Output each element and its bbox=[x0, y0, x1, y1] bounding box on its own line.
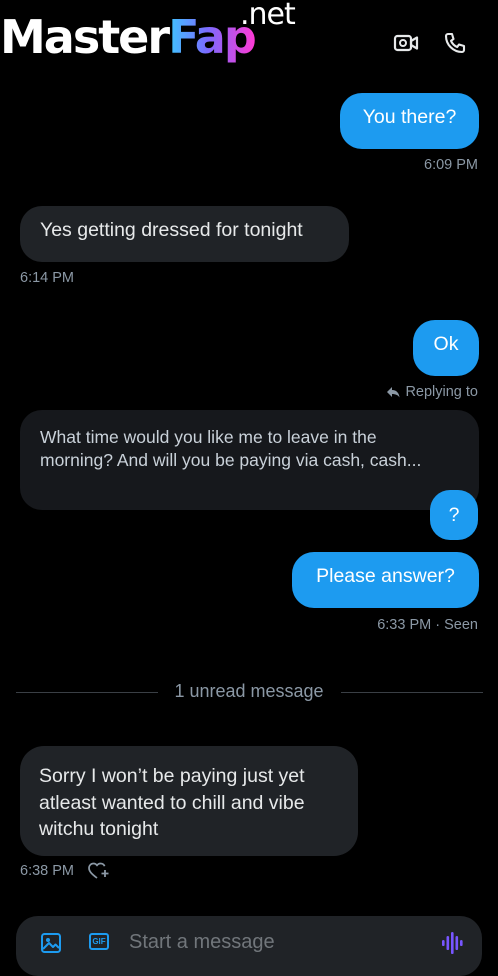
quoted-text-line: What time would you like me to leave in … bbox=[40, 427, 377, 447]
replying-to-text: Replying to bbox=[405, 384, 478, 400]
quoted-message[interactable]: What time would you like me to leave in … bbox=[20, 410, 479, 510]
add-image-button[interactable] bbox=[40, 932, 62, 959]
message-timestamp: 6:14 PM bbox=[20, 270, 74, 286]
message-status-line: 6:33 PM · Seen bbox=[377, 617, 478, 633]
watermark-text-net: .net bbox=[240, 0, 296, 32]
phone-icon bbox=[444, 32, 466, 54]
message-text: ? bbox=[448, 504, 460, 526]
message-timestamp: 6:38 PM bbox=[20, 863, 74, 879]
message-timestamp: 6:33 PM bbox=[377, 617, 432, 633]
message-input[interactable]: Start a message bbox=[129, 931, 275, 954]
message-bubble-outgoing[interactable]: Ok bbox=[413, 320, 479, 376]
message-text: You there? bbox=[362, 106, 457, 128]
seen-status: Seen bbox=[444, 617, 478, 633]
meta-separator: · bbox=[435, 617, 441, 633]
message-bubble-incoming[interactable]: Sorry I won’t be paying just yet atleast… bbox=[20, 746, 358, 856]
video-call-button[interactable] bbox=[391, 28, 421, 58]
message-bubble-outgoing[interactable]: ? bbox=[430, 490, 478, 540]
reply-arrow-icon bbox=[387, 387, 400, 398]
message-text: Ok bbox=[433, 333, 459, 355]
watermark-text-master: Master bbox=[0, 10, 170, 64]
message-bubble-outgoing[interactable]: You there? bbox=[340, 93, 479, 149]
message-bubble-incoming[interactable]: Yes getting dressed for tonight bbox=[20, 206, 349, 262]
quoted-text-line: morning? And will you be paying via cash… bbox=[40, 450, 422, 470]
replying-to-label[interactable]: Replying to bbox=[386, 384, 478, 400]
message-text-line: witchu tonight bbox=[39, 818, 159, 840]
message-bubble-outgoing[interactable]: Please answer? bbox=[292, 552, 479, 608]
message-timestamp: 6:09 PM bbox=[424, 157, 478, 173]
video-call-icon bbox=[393, 34, 419, 52]
phone-call-button[interactable] bbox=[440, 28, 470, 58]
add-reaction-button[interactable] bbox=[88, 862, 110, 885]
message-text-line: Sorry I won’t be paying just yet bbox=[39, 765, 305, 787]
divider-line-right bbox=[341, 692, 483, 693]
image-icon bbox=[41, 933, 61, 953]
add-gif-button[interactable]: GIF bbox=[89, 933, 109, 950]
voice-message-button[interactable] bbox=[441, 931, 463, 960]
watermark-logo: MasterFap .net bbox=[0, 0, 296, 60]
voice-waveform-icon bbox=[442, 932, 463, 954]
gif-label: GIF bbox=[92, 937, 106, 946]
heart-plus-icon bbox=[88, 862, 109, 879]
message-text: Yes getting dressed for tonight bbox=[40, 219, 303, 241]
message-text-line: atleast wanted to chill and vibe bbox=[39, 791, 305, 814]
message-text: Please answer? bbox=[316, 565, 455, 587]
